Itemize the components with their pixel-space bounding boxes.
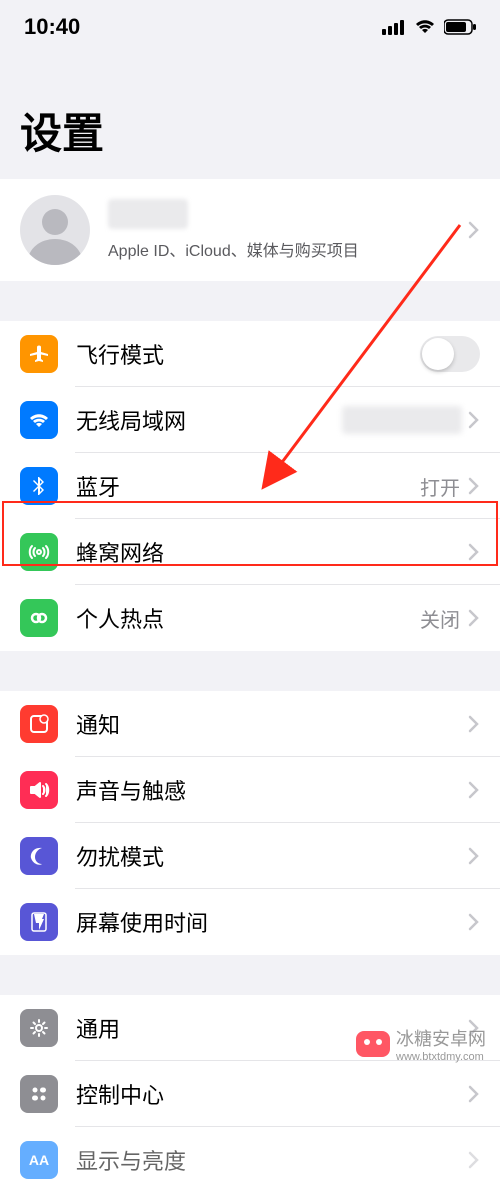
control-center-row[interactable]: 控制中心 bbox=[0, 1061, 500, 1127]
chevron-right-icon bbox=[468, 1151, 480, 1169]
general-icon bbox=[20, 1009, 58, 1047]
screentime-label: 屏幕使用时间 bbox=[76, 906, 468, 938]
airplane-toggle[interactable] bbox=[420, 336, 480, 372]
notifications-row[interactable]: 通知 bbox=[0, 691, 500, 757]
display-row[interactable]: AA 显示与亮度 bbox=[0, 1127, 500, 1193]
avatar bbox=[20, 195, 90, 265]
watermark: 冰糖安卓网 www.btxtdmy.com bbox=[356, 1025, 486, 1063]
screentime-row[interactable]: 屏幕使用时间 bbox=[0, 889, 500, 955]
section-connectivity: 飞行模式 无线局域网 蓝牙 打开 蜂窝网络 个人热点 关闭 bbox=[0, 321, 500, 651]
svg-text:AA: AA bbox=[29, 1152, 49, 1168]
chevron-right-icon bbox=[468, 477, 480, 495]
wifi-value-blurred bbox=[342, 406, 462, 434]
chevron-right-icon bbox=[468, 715, 480, 733]
cellular-icon bbox=[20, 533, 58, 571]
bluetooth-label: 蓝牙 bbox=[76, 470, 420, 502]
cellular-row[interactable]: 蜂窝网络 bbox=[0, 519, 500, 585]
chevron-right-icon bbox=[468, 1085, 480, 1103]
watermark-text: 冰糖安卓网 bbox=[396, 1025, 486, 1051]
wifi-label: 无线局域网 bbox=[76, 404, 342, 436]
wifi-status-icon bbox=[414, 19, 436, 35]
bluetooth-value: 打开 bbox=[420, 472, 460, 501]
status-icons bbox=[382, 19, 476, 35]
notifications-icon bbox=[20, 705, 58, 743]
chevron-right-icon bbox=[468, 411, 480, 429]
signal-icon bbox=[382, 19, 406, 35]
chevron-right-icon bbox=[468, 609, 480, 627]
sound-icon bbox=[20, 771, 58, 809]
control-center-icon bbox=[20, 1075, 58, 1113]
dnd-row[interactable]: 勿扰模式 bbox=[0, 823, 500, 889]
dnd-icon bbox=[20, 837, 58, 875]
chevron-right-icon bbox=[468, 781, 480, 799]
watermark-url: www.btxtdmy.com bbox=[396, 1051, 486, 1063]
chevron-right-icon bbox=[468, 847, 480, 865]
section-notifications: 通知 声音与触感 勿扰模式 屏幕使用时间 bbox=[0, 691, 500, 955]
display-label: 显示与亮度 bbox=[76, 1144, 468, 1176]
airplane-icon bbox=[20, 335, 58, 373]
page-title: 设置 bbox=[0, 50, 500, 179]
profile-name-blurred bbox=[108, 199, 188, 229]
chevron-right-icon bbox=[468, 221, 480, 239]
hotspot-label: 个人热点 bbox=[76, 602, 420, 634]
hotspot-value: 关闭 bbox=[420, 604, 460, 633]
sound-label: 声音与触感 bbox=[76, 774, 468, 806]
dnd-label: 勿扰模式 bbox=[76, 840, 468, 872]
bluetooth-row[interactable]: 蓝牙 打开 bbox=[0, 453, 500, 519]
cellular-label: 蜂窝网络 bbox=[76, 536, 468, 568]
airplane-mode-row[interactable]: 飞行模式 bbox=[0, 321, 500, 387]
notifications-label: 通知 bbox=[76, 708, 468, 740]
status-bar: 10:40 bbox=[0, 0, 500, 50]
battery-icon bbox=[444, 19, 476, 35]
screentime-icon bbox=[20, 903, 58, 941]
wifi-row[interactable]: 无线局域网 bbox=[0, 387, 500, 453]
section-profile: Apple ID、iCloud、媒体与购买项目 bbox=[0, 179, 500, 281]
bluetooth-icon bbox=[20, 467, 58, 505]
chevron-right-icon bbox=[468, 913, 480, 931]
chevron-right-icon bbox=[468, 543, 480, 561]
profile-subtitle: Apple ID、iCloud、媒体与购买项目 bbox=[108, 237, 468, 261]
wifi-icon bbox=[20, 401, 58, 439]
hotspot-row[interactable]: 个人热点 关闭 bbox=[0, 585, 500, 651]
apple-id-row[interactable]: Apple ID、iCloud、媒体与购买项目 bbox=[0, 179, 500, 281]
hotspot-icon bbox=[20, 599, 58, 637]
status-time: 10:40 bbox=[24, 14, 80, 40]
airplane-label: 飞行模式 bbox=[76, 338, 420, 370]
sound-row[interactable]: 声音与触感 bbox=[0, 757, 500, 823]
watermark-logo-icon bbox=[356, 1031, 390, 1057]
display-icon: AA bbox=[20, 1141, 58, 1179]
